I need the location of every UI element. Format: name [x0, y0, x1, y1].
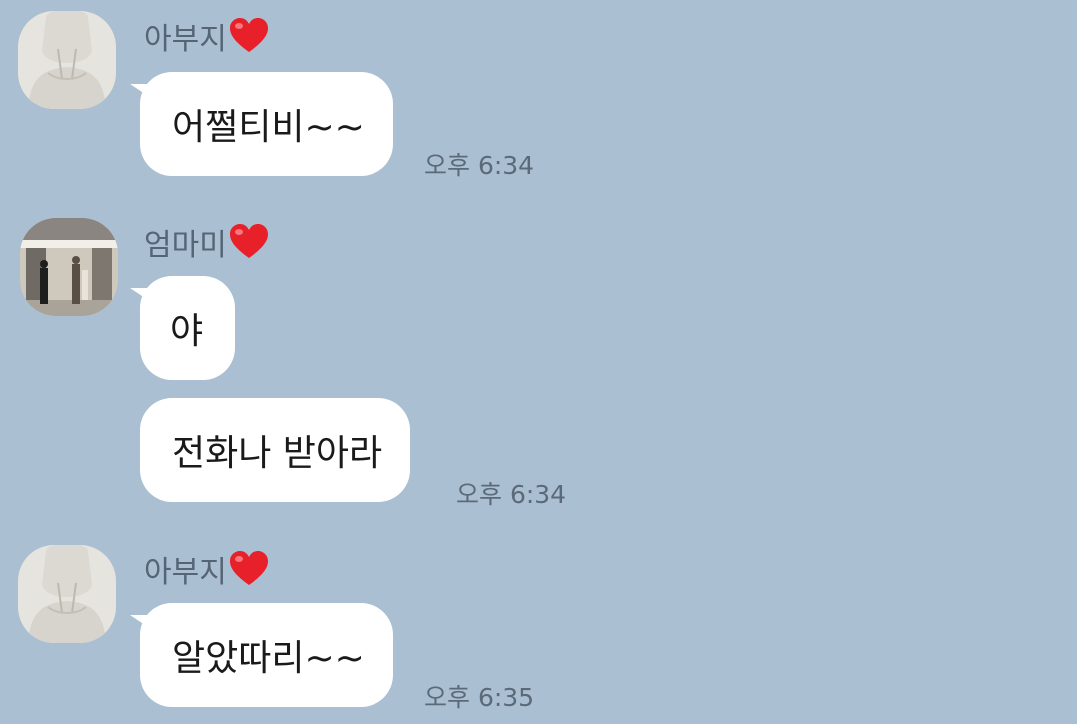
avatar[interactable] — [18, 11, 116, 109]
sender-name-text: 아부지 — [144, 22, 227, 57]
avatar[interactable] — [18, 545, 116, 643]
sender-name-text: 아부지 — [144, 555, 227, 590]
avatar[interactable] — [20, 218, 118, 316]
message-bubble[interactable]: 어쩔티비~~ — [130, 72, 393, 176]
sender-name: 아부지 — [144, 549, 269, 590]
message-bubble[interactable]: 야 — [129, 276, 236, 380]
sender-name-text: 엄마미 — [144, 228, 227, 263]
message-bubble[interactable]: 전화나 받아라 — [140, 398, 411, 502]
message-text: 야 — [170, 311, 204, 352]
message-text: 알았따리~~ — [172, 638, 365, 679]
sender-name: 엄마미 — [144, 222, 269, 263]
message-text: 어쩔티비~~ — [172, 107, 365, 148]
heart-icon — [229, 18, 269, 54]
sender-name: 아부지 — [144, 16, 269, 57]
message-bubble[interactable]: 알았따리~~ — [130, 603, 393, 707]
hoodie-person-avatar-icon — [18, 11, 116, 109]
message-time: 오후 6:34 — [456, 480, 567, 509]
heart-icon — [229, 224, 269, 260]
hoodie-person-avatar-icon — [18, 545, 116, 643]
heart-icon — [229, 551, 269, 587]
message-time: 오후 6:35 — [424, 683, 535, 712]
message-text: 전화나 받아라 — [172, 433, 383, 474]
message-time: 오후 6:34 — [424, 151, 535, 180]
store-photo-avatar-icon — [20, 218, 118, 316]
